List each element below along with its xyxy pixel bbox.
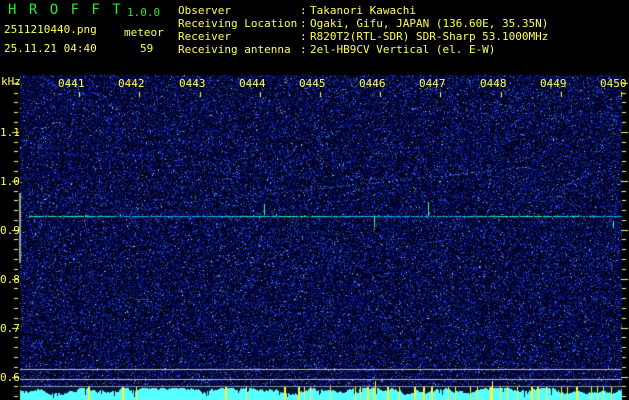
info-row-receiver: Receiver: R820T2(RTL-SDR) SDR-Sharp 53.10… [178,30,548,43]
y-axis-unit-label: kHz [1,75,21,88]
info-row-location: Receiving Location: Ogaki, Gifu, JAPAN (1… [178,17,548,30]
echo-count: 59 [140,42,154,55]
y-tick-label: 0.6 [0,370,20,384]
x-tick-label: 0447 [419,77,446,90]
info-label: Observer [178,4,231,17]
info-value: R820T2(RTL-SDR) SDR-Sharp 53.1000MHz [310,30,549,43]
info-separator: : [300,4,307,17]
x-tick-label: 0441 [58,77,85,90]
info-separator: : [300,17,307,30]
x-tick-label: 0443 [179,77,206,90]
x-tick-label: 0448 [480,77,507,90]
info-label: Receiving Location [178,17,298,30]
y-tick-label: 0.7 [0,321,20,335]
info-label: Receiver [178,30,231,43]
info-separator: : [300,30,307,43]
app-version: 1.0.0 [127,6,161,19]
info-separator: : [300,43,307,56]
x-tick-label: 0444 [239,77,266,90]
x-tick-label: 0442 [118,77,145,90]
y-tick-label: 0.9 [0,223,20,237]
datetime-label: 25.11.21 04:40 [4,42,97,55]
mode-label: meteor [124,26,164,39]
hrofft-window: H R O F F T 1.0.0 2511210440.png meteor … [0,0,629,400]
y-tick-label: 0.8 [0,272,20,286]
y-tick-label: 1.1 [0,125,20,139]
info-value: 2el-HB9CV Vertical (el. E-W) [310,43,496,56]
info-row-antenna: Receiving antenna:2el-HB9CV Vertical (el… [178,43,495,56]
output-filename: 2511210440.png [4,23,97,36]
spectrogram-canvas [0,0,629,400]
x-tick-label: 0450 [600,77,627,90]
info-value: Ogaki, Gifu, JAPAN (136.60E, 35.35N) [310,17,549,30]
x-tick-label: 0445 [299,77,326,90]
app-title: H R O F F T [8,2,123,18]
info-value: Takanori Kawachi [310,4,416,17]
x-tick-label: 0449 [540,77,567,90]
info-row-observer: Observer: Takanori Kawachi [178,4,416,17]
x-tick-label: 0446 [359,77,386,90]
info-label: Receiving antenna [178,43,291,56]
y-tick-label: 1.0 [0,174,20,188]
